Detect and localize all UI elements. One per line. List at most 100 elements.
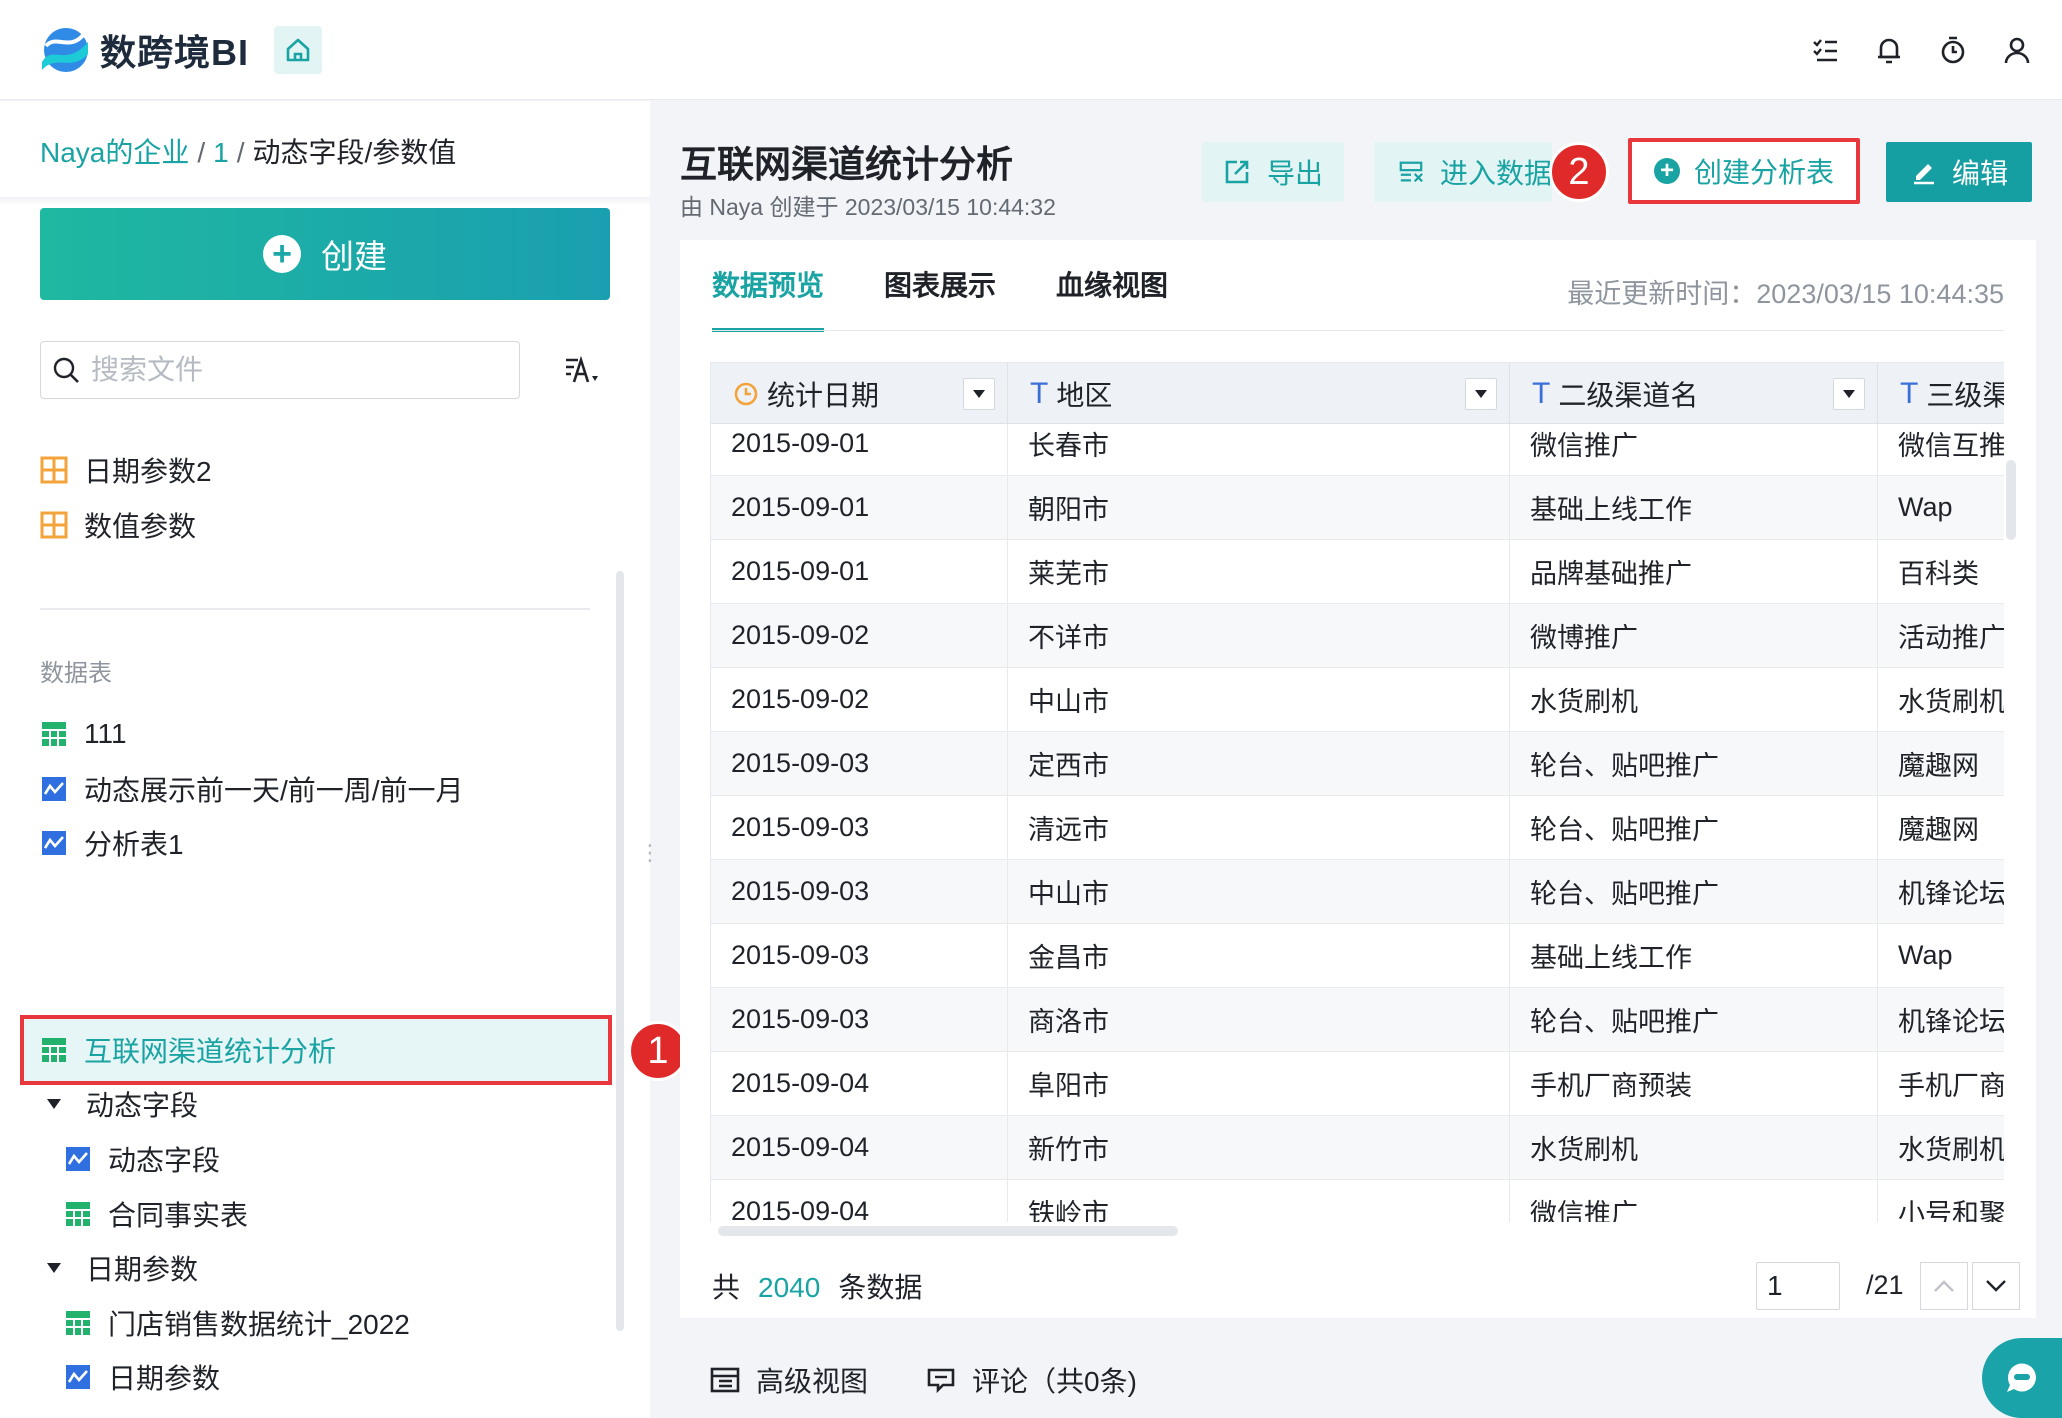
tree-item-internet-channel-analysis[interactable]: 互联网渠道统计分析 bbox=[40, 1023, 336, 1077]
caret-down-icon[interactable] bbox=[44, 1094, 64, 1114]
page-next-button[interactable] bbox=[1972, 1262, 2020, 1310]
table-row[interactable]: 2015-09-03 定西市 轮台、贴吧推广 魔趣网 bbox=[711, 732, 2004, 796]
table-row[interactable]: 2015-09-03 中山市 轮台、贴吧推广 机锋论坛 bbox=[711, 860, 2004, 924]
page-number-input[interactable] bbox=[1756, 1262, 1840, 1310]
breadcrumb-item-folder[interactable]: 1 bbox=[213, 137, 229, 168]
column-header-tertiary-channel[interactable]: T 三级渠 bbox=[1878, 363, 2004, 425]
tree-item-111[interactable]: 111 bbox=[40, 707, 127, 761]
tree-item-label: 日期参数2 bbox=[84, 456, 212, 487]
export-icon bbox=[1225, 160, 1249, 184]
page-total: /21 bbox=[1866, 1270, 1904, 1300]
tree-item-dynamic-display[interactable]: 动态展示前一天/前一周/前一月 bbox=[40, 762, 464, 816]
tree-item-numeric-param[interactable]: 数值参数 bbox=[40, 498, 196, 552]
resize-handle-icon[interactable]: ⋮ bbox=[639, 842, 661, 864]
timer-icon[interactable] bbox=[1936, 30, 1970, 70]
tree-item-analysis-1[interactable]: 分析表1 bbox=[40, 816, 184, 870]
enter-data-button[interactable]: 进入数据 bbox=[1374, 142, 1552, 202]
column-dropdown[interactable] bbox=[1833, 378, 1865, 410]
tree-item-dynamic-field[interactable]: 动态字段 bbox=[64, 1132, 220, 1186]
enter-data-button-label: 进入数据 bbox=[1439, 158, 1552, 189]
column-header-stat-date[interactable]: 统计日期 bbox=[711, 363, 1008, 425]
tree-item-date-param-2[interactable]: 日期参数2 bbox=[40, 443, 212, 497]
table-row[interactable]: 2015-09-03 金昌市 基础上线工作 Wap bbox=[711, 924, 2004, 988]
export-button[interactable]: 导出 bbox=[1202, 142, 1344, 202]
create-analysis-button[interactable]: + 创建分析表 bbox=[1628, 138, 1860, 204]
caret-down-icon bbox=[973, 390, 985, 398]
sort-button[interactable] bbox=[562, 351, 606, 391]
tasks-icon[interactable] bbox=[1808, 30, 1842, 70]
advanced-view-button[interactable]: 高级视图 bbox=[710, 1360, 868, 1400]
plus-circle-icon: + bbox=[1653, 158, 1680, 184]
breadcrumb-item-enterprise[interactable]: Naya的企业 bbox=[40, 137, 189, 168]
table-horizontal-scrollbar[interactable] bbox=[718, 1226, 1178, 1236]
column-dropdown[interactable] bbox=[963, 378, 995, 410]
section-divider bbox=[40, 608, 590, 610]
user-icon[interactable] bbox=[2000, 30, 2034, 70]
tree-item-contract-fact-table[interactable]: 合同事实表 bbox=[64, 1187, 248, 1241]
bell-icon[interactable] bbox=[1872, 30, 1906, 70]
cell-secondary-channel: 微博推广 bbox=[1510, 604, 1878, 667]
cell-secondary-channel: 基础上线工作 bbox=[1510, 476, 1878, 539]
last-update-time: 最近更新时间：2023/03/15 10:44:35 bbox=[1567, 279, 2004, 309]
cell-region: 金昌市 bbox=[1008, 924, 1510, 987]
cell-secondary-channel: 水货刷机 bbox=[1510, 1116, 1878, 1179]
cell-region: 铁岭市 bbox=[1008, 1180, 1510, 1222]
cell-secondary-channel: 手机厂商预装 bbox=[1510, 1052, 1878, 1115]
cell-region: 中山市 bbox=[1008, 860, 1510, 923]
cell-secondary-channel: 轮台、贴吧推广 bbox=[1510, 796, 1878, 859]
cell-region: 阜阳市 bbox=[1008, 1052, 1510, 1115]
tree-folder-dynamic-field[interactable]: 动态字段 bbox=[44, 1077, 198, 1131]
page-prev-button[interactable] bbox=[1920, 1262, 1968, 1310]
tab-chart-display[interactable]: 图表展示 bbox=[884, 264, 996, 332]
tree-folder-date-param[interactable]: 日期参数 bbox=[44, 1241, 198, 1295]
comments-button[interactable]: 评论（共0条) bbox=[926, 1360, 1137, 1400]
text-type-icon: T bbox=[1900, 377, 1919, 410]
table-row[interactable]: 2015-09-01 莱芜市 品牌基础推广 百科类 bbox=[711, 540, 2004, 604]
table-icon bbox=[42, 722, 66, 746]
tree-item-label: 动态字段 bbox=[108, 1145, 221, 1176]
table-vertical-scrollbar[interactable] bbox=[2006, 460, 2016, 540]
step-badge-2: 2 bbox=[1549, 142, 1609, 202]
logo-mark-icon bbox=[42, 28, 88, 72]
create-button[interactable]: + 创建 bbox=[40, 208, 610, 300]
table-row[interactable]: 2015-09-04 阜阳市 手机厂商预装 手机厂商 bbox=[711, 1052, 2004, 1116]
cell-tertiary-channel: 机锋论坛 bbox=[1878, 860, 2004, 923]
edit-icon bbox=[1913, 164, 1934, 185]
table-row[interactable]: 2015-09-03 清远市 轮台、贴吧推广 魔趣网 bbox=[711, 796, 2004, 860]
app-logo[interactable]: 数跨境BI bbox=[36, 24, 249, 76]
cell-tertiary-channel: 机锋论坛 bbox=[1878, 988, 2004, 1051]
search-input[interactable] bbox=[91, 354, 491, 386]
tab-data-preview[interactable]: 数据预览 bbox=[712, 264, 825, 332]
comment-icon bbox=[927, 1368, 955, 1394]
caret-down-icon bbox=[1843, 390, 1855, 398]
column-dropdown[interactable] bbox=[1465, 378, 1497, 410]
table-row[interactable]: 2015-09-02 不详市 微博推广 活动推广 bbox=[711, 604, 2004, 668]
table-row[interactable]: 2015-09-04 新竹市 水货刷机 水货刷机 bbox=[711, 1116, 2004, 1180]
chat-support-button[interactable] bbox=[1982, 1338, 2062, 1418]
caret-down-icon[interactable] bbox=[44, 1258, 64, 1278]
tree-item-label: 门店销售数据统计_2022 bbox=[108, 1309, 410, 1340]
column-header-region[interactable]: T 地区 bbox=[1008, 363, 1510, 425]
home-button[interactable] bbox=[274, 26, 322, 74]
table-row[interactable]: 2015-09-03 商洛市 轮台、贴吧推广 机锋论坛 bbox=[711, 988, 2004, 1052]
create-analysis-button-label: 创建分析表 bbox=[1693, 157, 1834, 188]
tree-item-store-sales-2022[interactable]: 门店销售数据统计_2022 bbox=[64, 1296, 410, 1350]
tree-item-date-param[interactable]: 日期参数 bbox=[64, 1350, 220, 1404]
tab-lineage-view[interactable]: 血缘视图 bbox=[1056, 264, 1168, 332]
sidebar-scrollbar[interactable] bbox=[616, 571, 624, 1331]
data-table: 2015-09-01 长春市 微信推广 微信互推 2015-09-01 朝阳市 基础上线工作… bbox=[710, 362, 2004, 1222]
column-header-label: 统计日期 bbox=[767, 380, 880, 411]
edit-button[interactable]: 编辑 bbox=[1886, 142, 2032, 202]
table-header: 统计日期 T 地区 T 二级渠道名 T 三级渠 bbox=[711, 362, 2004, 425]
cell-region: 不详市 bbox=[1008, 604, 1510, 667]
cell-secondary-channel: 轮台、贴吧推广 bbox=[1510, 860, 1878, 923]
param-icon bbox=[40, 511, 68, 539]
column-header-secondary-channel[interactable]: T 二级渠道名 bbox=[1510, 363, 1878, 425]
tree-item-label: 日期参数 bbox=[86, 1254, 199, 1285]
tree-item-label: 分析表1 bbox=[84, 829, 184, 860]
table-row[interactable]: 2015-09-02 中山市 水货刷机 水货刷机 bbox=[711, 668, 2004, 732]
table-row[interactable]: 2015-09-04 铁岭市 微信推广 小号和聚 bbox=[711, 1180, 2004, 1222]
edit-button-label: 编辑 bbox=[1951, 158, 2008, 189]
param-icon bbox=[40, 456, 68, 484]
table-row[interactable]: 2015-09-01 朝阳市 基础上线工作 Wap bbox=[711, 476, 2004, 540]
